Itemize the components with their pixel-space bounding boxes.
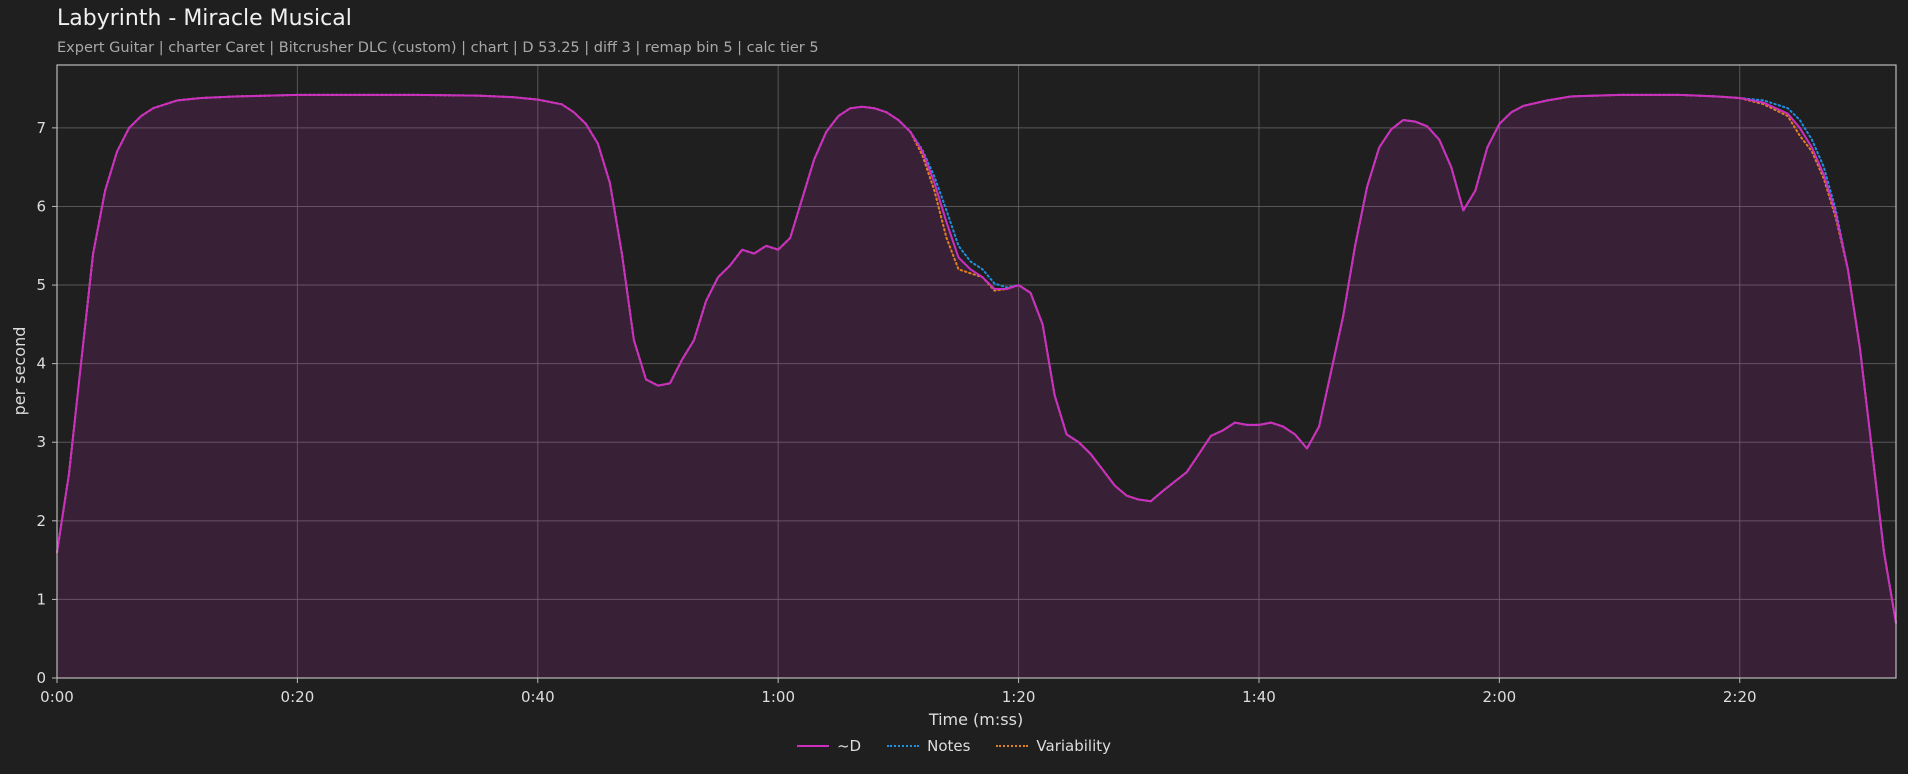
x-tick-label: 2:00 <box>1483 688 1517 706</box>
y-tick-label: 1 <box>36 590 46 608</box>
y-tick-label: 0 <box>36 669 46 687</box>
x-tick-label: 1:40 <box>1242 688 1276 706</box>
legend-item-d: ~D <box>796 737 862 755</box>
x-tick-label: 0:20 <box>281 688 315 706</box>
line-chart: 0:00 0:20 0:40 1:00 1:20 1:40 2:00 2:20 0 1 2 3 4 5 6 7… <box>10 64 1897 729</box>
x-tick-label: 1:20 <box>1002 688 1036 706</box>
x-tick-label: 1:00 <box>761 688 795 706</box>
legend-item-variability: Variability <box>996 737 1111 755</box>
legend-item-notes: Notes <box>887 737 970 755</box>
legend-label-notes: Notes <box>927 737 971 755</box>
legend-swatch-d <box>796 745 829 747</box>
legend-label-d: ~D <box>836 737 862 755</box>
y-tick-label: 4 <box>36 355 46 373</box>
legend-swatch-variability <box>996 745 1029 747</box>
x-tick-label: 0:40 <box>521 688 555 706</box>
chart-legend: ~D Notes Variability <box>0 737 1908 755</box>
legend-swatch-notes <box>887 745 920 747</box>
y-tick-label: 5 <box>36 276 46 294</box>
x-axis-label: Time (m:ss) <box>928 710 1023 729</box>
x-tick-label: 2:20 <box>1723 688 1757 706</box>
y-tick-label: 6 <box>36 197 46 215</box>
y-tick-label: 7 <box>36 119 46 137</box>
y-tick-label: 2 <box>36 512 46 530</box>
y-axis-label: per second <box>10 327 29 416</box>
x-tick-label: 0:00 <box>40 688 74 706</box>
y-tick-label: 3 <box>36 433 46 451</box>
legend-label-variability: Variability <box>1036 737 1112 755</box>
